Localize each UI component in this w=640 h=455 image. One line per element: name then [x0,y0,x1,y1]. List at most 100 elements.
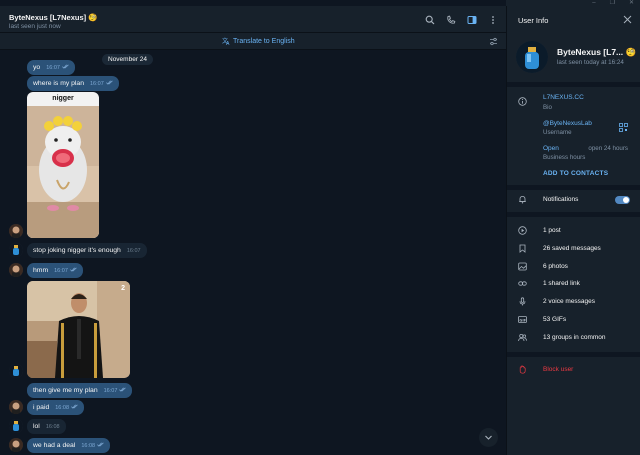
profile-avatar[interactable] [516,41,548,73]
username-label: Username [543,129,572,136]
photo-icon [518,262,527,271]
chat-header[interactable]: ByteNexus [L7Nexus] 🧐 last seen just now [0,6,506,33]
photo-message[interactable]: nigger [27,92,99,238]
close-icon[interactable] [623,15,632,24]
mic-icon [518,297,527,306]
message-time: 16:07 [90,80,104,87]
message-text: i paid [33,404,50,411]
avatar[interactable] [9,400,23,414]
double-check-icon [119,387,127,394]
message-time: 16:08 [45,423,60,430]
info-icon [518,97,527,106]
post-icon [518,226,527,235]
avatar[interactable] [9,419,23,433]
avatar[interactable] [9,224,23,238]
message-bubble[interactable]: i paid 16:08 [27,400,85,415]
qr-code-icon[interactable] [619,123,628,132]
hamster-image [27,92,99,238]
divider [507,185,640,190]
translate-label: Translate to English [233,37,295,45]
bookmark-icon [518,244,527,253]
message-text: yo [33,64,41,71]
divider [507,82,640,87]
message-bubble[interactable]: lol 16:08 [27,419,66,434]
media-row-label[interactable]: 26 saved messages [543,245,601,252]
user-info-panel: User Info ByteNexus [L7... 🧐 last seen t… [506,6,640,455]
bio-value[interactable]: L7NEXUS.CC [543,94,584,101]
profile-last-seen: last seen today at 16:24 [557,59,624,66]
message-time: 16:08 [81,442,96,449]
header-actions [425,15,498,25]
username-value[interactable]: @ByteNexusLab [543,120,592,127]
avatar[interactable] [9,438,23,452]
svg-text:A: A [226,41,230,45]
photo-message[interactable]: 2 [27,281,130,378]
add-to-contacts-button[interactable]: ADD TO CONTACTS [543,170,608,177]
business-hours-value[interactable]: Open [543,145,559,152]
translate-button[interactable]: 文A Translate to English [222,37,295,45]
avatar[interactable] [9,243,23,257]
bell-icon [518,195,527,204]
double-check-icon [105,80,113,87]
media-row-label[interactable]: 1 shared link [543,280,580,287]
gif-icon: GIF [518,315,527,324]
profile-name: ByteNexus [L7... 🧐 [557,47,636,58]
sidebar-toggle-icon[interactable] [467,15,477,25]
media-row-label[interactable]: 13 groups in common [543,334,606,341]
more-icon[interactable] [488,15,498,25]
message-text: lol [33,423,40,430]
svg-text:GIF: GIF [519,318,526,322]
message-bubble[interactable]: we had a deal 16:08 [27,438,111,453]
message-bubble[interactable]: hmm 16:07 [27,263,83,278]
block-user-button[interactable]: Block user [543,366,573,373]
message-text: we had a deal [33,442,76,449]
message-bubble[interactable]: then give me my plan 16:07 [27,383,133,398]
message-time: 16:07 [103,387,118,394]
date-separator: November 24 [102,54,154,65]
message-text: then give me my plan [33,387,98,394]
message-text: hmm [33,267,49,274]
bio-label: Bio [543,104,552,111]
scroll-to-bottom-button[interactable] [479,428,498,447]
search-icon[interactable] [425,15,435,25]
notifications-label: Notifications [543,196,579,203]
message-text: where is my plan [33,80,84,87]
man-photo-image [27,281,130,378]
message-time: 16:07 [46,64,60,71]
avatar[interactable] [9,263,23,277]
phone-icon[interactable] [446,15,456,25]
link-icon [518,279,527,288]
business-hours-label: Business hours [543,154,586,161]
profile-name-text: ByteNexus [L7... [557,47,624,57]
message-bubble[interactable]: stop joking nigger it's enough 16:07 [27,243,147,258]
message-time: 16:07 [54,267,68,274]
message-time: 16:07 [126,247,141,254]
panel-title: User Info [518,16,549,25]
divider [507,212,640,217]
avatar[interactable] [9,364,23,378]
message-bubble[interactable]: where is my plan 16:07 [27,76,119,91]
profile-emoji: 🧐 [625,47,637,57]
message-text: stop joking nigger it's enough [33,247,121,254]
chat-area: ByteNexus [L7Nexus] 🧐 last seen just now [0,0,506,455]
double-check-icon [62,64,69,71]
settings-sliders-icon[interactable] [489,37,498,46]
media-row-label[interactable]: 1 post [543,227,561,234]
double-check-icon [69,267,77,274]
block-hand-icon [518,365,527,374]
business-hours-detail: open 24 hours [588,145,628,152]
message-bubble[interactable]: yo 16:07 [27,60,75,75]
media-row-label[interactable]: 53 GIFs [543,316,566,323]
message-time: 16:08 [55,404,70,411]
peer-name[interactable]: ByteNexus [L7Nexus] 🧐 [9,13,98,22]
peer-status: last seen just now [9,23,61,30]
groups-icon [518,333,527,342]
media-row-label[interactable]: 6 photos [543,263,568,270]
media-row-label[interactable]: 2 voice messages [543,298,595,305]
photo-counter-badge: 2 [121,285,125,292]
notifications-toggle[interactable] [615,196,630,204]
chevron-down-icon [485,435,492,440]
photo-caption: nigger [52,95,74,102]
translate-bar: 文A Translate to English [0,33,506,50]
double-check-icon [97,442,104,449]
